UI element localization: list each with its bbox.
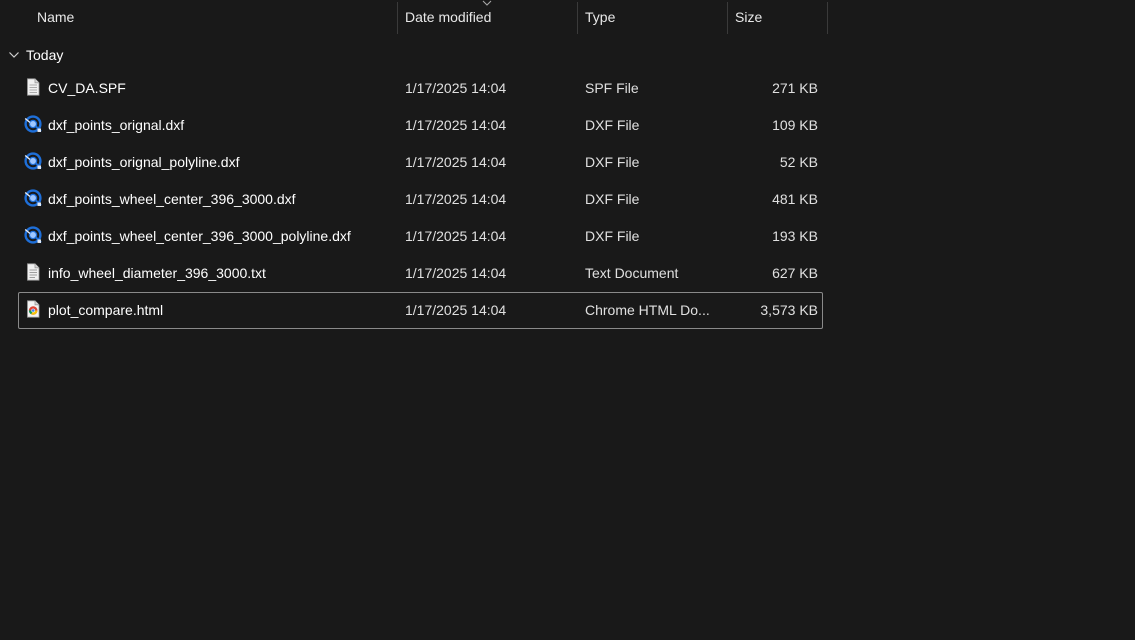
group-header-today[interactable]: Today	[0, 40, 829, 70]
file-size: 481 KB	[772, 191, 818, 207]
file-date-modified: 1/17/2025 14:04	[405, 80, 507, 96]
file-size: 109 KB	[772, 117, 818, 133]
file-row[interactable]: dxf_points_orignal_polyline.dxf 1/17/202…	[18, 144, 823, 181]
file-type: Chrome HTML Do...	[585, 302, 710, 318]
file-row[interactable]: CV_DA.SPF 1/17/2025 14:04 SPF File 271 K…	[18, 70, 823, 107]
file-type: DXF File	[585, 117, 640, 133]
file-list: CV_DA.SPF 1/17/2025 14:04 SPF File 271 K…	[18, 70, 823, 329]
text-file-icon	[27, 263, 40, 281]
file-type: DXF File	[585, 228, 640, 244]
file-date-modified: 1/17/2025 14:04	[405, 117, 507, 133]
file-name[interactable]: dxf_points_wheel_center_396_3000.dxf	[48, 181, 398, 217]
file-date-modified: 1/17/2025 14:04	[405, 228, 507, 244]
file-row[interactable]: dxf_points_orignal.dxf 1/17/2025 14:04 D…	[18, 107, 823, 144]
dxf-file-icon	[24, 115, 42, 133]
file-type: DXF File	[585, 191, 640, 207]
file-name[interactable]: plot_compare.html	[48, 293, 398, 327]
file-type: DXF File	[585, 154, 640, 170]
file-name[interactable]: info_wheel_diameter_396_3000.txt	[48, 255, 398, 291]
file-name[interactable]: dxf_points_orignal_polyline.dxf	[48, 144, 398, 180]
file-row[interactable]: dxf_points_wheel_center_396_3000.dxf 1/1…	[18, 181, 823, 218]
file-date-modified: 1/17/2025 14:04	[405, 191, 507, 207]
file-size: 193 KB	[772, 228, 818, 244]
group-label: Today	[26, 47, 64, 63]
file-date-modified: 1/17/2025 14:04	[405, 154, 507, 170]
file-explorer-details-view: Name Date modified Type Size Today CV_DA…	[0, 0, 1135, 640]
column-header-bar: Name Date modified Type Size	[0, 0, 829, 34]
column-header-size[interactable]: Size	[728, 0, 827, 34]
file-row[interactable]: dxf_points_wheel_center_396_3000_polylin…	[18, 218, 823, 255]
column-header-name[interactable]: Name	[30, 0, 397, 34]
sort-descending-icon	[482, 0, 492, 6]
file-row[interactable]: info_wheel_diameter_396_3000.txt 1/17/20…	[18, 255, 823, 292]
file-date-modified: 1/17/2025 14:04	[405, 302, 507, 318]
file-size: 52 KB	[779, 154, 818, 170]
dxf-file-icon	[24, 152, 42, 170]
file-type: SPF File	[585, 80, 639, 96]
chrome-html-icon	[27, 300, 40, 318]
file-size: 271 KB	[772, 80, 818, 96]
dxf-file-icon	[24, 189, 42, 207]
dxf-file-icon	[24, 226, 42, 244]
file-type: Text Document	[585, 265, 679, 281]
column-resize-handle[interactable]	[827, 2, 828, 34]
file-size: 3,573 KB	[760, 302, 818, 318]
file-name[interactable]: CV_DA.SPF	[48, 70, 398, 106]
file-date-modified: 1/17/2025 14:04	[405, 265, 507, 281]
file-row-selected[interactable]: plot_compare.html 1/17/2025 14:04 Chrome…	[18, 292, 823, 329]
chevron-down-icon[interactable]	[8, 49, 20, 61]
file-name[interactable]: dxf_points_orignal.dxf	[48, 107, 398, 143]
generic-file-icon	[27, 78, 40, 96]
file-name[interactable]: dxf_points_wheel_center_396_3000_polylin…	[48, 218, 398, 254]
file-size: 627 KB	[772, 265, 818, 281]
column-header-type[interactable]: Type	[578, 0, 727, 34]
